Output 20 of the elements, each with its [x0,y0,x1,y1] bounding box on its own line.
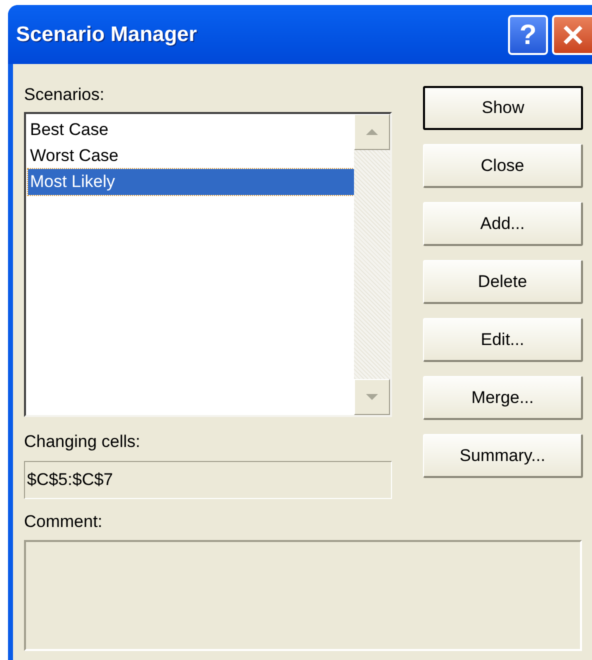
close-button[interactable] [552,14,592,54]
dialog-button[interactable]: Summary... [423,434,583,478]
comment-label: Comment: [24,511,104,533]
window-title: Scenario Manager [16,22,197,48]
dialog-button[interactable]: Delete [423,260,583,304]
dialog-button[interactable]: Add... [423,202,583,246]
dialog-button[interactable]: Edit... [423,318,583,362]
changing-cells-field: $C$5:$C$7 [24,461,392,499]
close-icon [562,24,584,46]
dialog-button[interactable]: Show [423,86,583,130]
scenario-list[interactable]: Best Case Worst Case Most Likely [24,112,392,417]
help-button[interactable]: ? [508,14,548,54]
changing-cells-label: Changing cells: [24,431,142,453]
scenario-item[interactable]: Worst Case [28,143,354,169]
dialog-button[interactable]: Close [423,144,583,188]
dialog-button[interactable]: Merge... [423,376,583,420]
scenarios-label: Scenarios: [24,84,106,106]
scenario-item[interactable]: Best Case [28,117,354,143]
scrollbar[interactable] [354,114,390,415]
scenario-item[interactable]: Most Likely [28,169,354,195]
